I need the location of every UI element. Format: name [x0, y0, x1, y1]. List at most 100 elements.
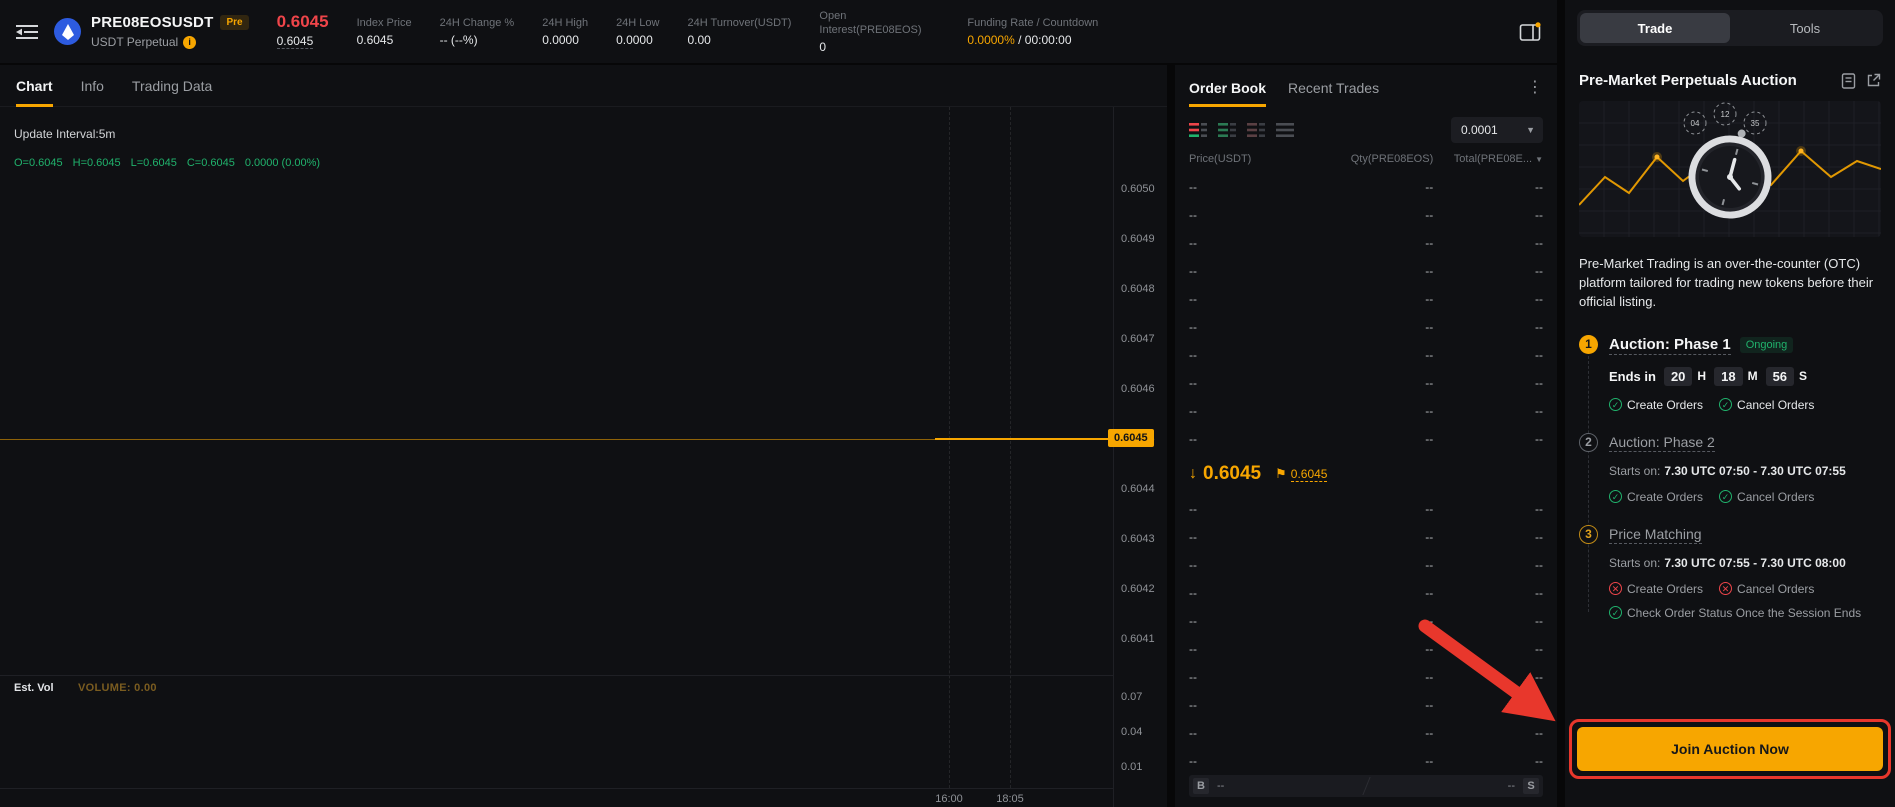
mark-price[interactable]: 0.6045	[277, 34, 314, 49]
orderbook-mid[interactable]: ↓ 0.6045 ⚑ 0.6045	[1175, 453, 1557, 495]
time-axis[interactable]	[0, 788, 1114, 789]
info-icon[interactable]: i	[183, 36, 196, 49]
orderbook-row[interactable]: ------	[1175, 285, 1557, 313]
price-axis-label: 0.6042	[1121, 583, 1155, 595]
down-arrow-icon: ↓	[1189, 465, 1197, 483]
orderbook-row[interactable]: ------	[1175, 397, 1557, 425]
sell-badge[interactable]: S	[1523, 778, 1539, 794]
step-title[interactable]: Auction: Phase 1	[1609, 336, 1731, 355]
contract-type-label: USDT Perpetual	[91, 35, 178, 49]
step-schedule: Starts on:7.30 UTC 07:50 - 7.30 UTC 07:5…	[1609, 464, 1881, 478]
tab-tools[interactable]: Tools	[1730, 13, 1880, 43]
qty-cell: --	[1299, 236, 1434, 250]
mid-price[interactable]: 0.6045	[1203, 463, 1261, 485]
orderbook-row[interactable]: ------	[1175, 369, 1557, 397]
total-cell: --	[1433, 726, 1543, 740]
orderbook-row[interactable]: ------	[1175, 495, 1557, 523]
orderbook-row[interactable]: ------	[1175, 173, 1557, 201]
sell-ratio-value: --	[1508, 780, 1515, 792]
orderbook-view-list-icon[interactable]	[1276, 123, 1294, 137]
price-cell: --	[1189, 180, 1299, 194]
auction-side-panel: Trade Tools Pre-Market Perpetuals Auctio…	[1565, 0, 1895, 807]
est-vol-label: Est. Vol	[14, 682, 54, 694]
document-icon[interactable]	[1841, 73, 1856, 89]
menu-icon[interactable]	[16, 24, 38, 40]
price-axis[interactable]	[1113, 107, 1114, 807]
step-title[interactable]: Price Matching	[1609, 526, 1702, 544]
qty-cell: --	[1299, 180, 1434, 194]
price-cell: --	[1189, 432, 1299, 446]
qty-cell: --	[1299, 642, 1434, 656]
buy-badge[interactable]: B	[1193, 778, 1209, 794]
step-title[interactable]: Auction: Phase 2	[1609, 434, 1715, 452]
orderbook-row[interactable]: ------	[1175, 257, 1557, 285]
external-link-icon[interactable]	[1866, 73, 1881, 88]
orderbook-row[interactable]: ------	[1175, 425, 1557, 453]
total-cell: --	[1433, 502, 1543, 516]
orderbook-row[interactable]: ------	[1175, 523, 1557, 551]
check-icon: ✓	[1719, 398, 1732, 411]
orderbook-view-bids-icon[interactable]	[1218, 123, 1236, 137]
price-cell: --	[1189, 642, 1299, 656]
orderbook-view-asks-icon[interactable]	[1247, 123, 1265, 137]
col-total[interactable]: Total(PRE08E...▼	[1433, 153, 1543, 165]
orderbook-bids: ----------------------------------------…	[1175, 495, 1557, 769]
check-icon: ✓	[1609, 606, 1622, 619]
price-cell: --	[1189, 404, 1299, 418]
tab-chart[interactable]: Chart	[16, 65, 53, 106]
tab-trading-data[interactable]: Trading Data	[132, 65, 212, 106]
total-cell: --	[1433, 586, 1543, 600]
orderbook-row[interactable]: ------	[1175, 635, 1557, 663]
step-number: 2	[1579, 433, 1598, 452]
step-permissions: ✓Create Orders ✓Cancel Orders	[1609, 398, 1881, 412]
volume-axis-label: 0.01	[1121, 761, 1142, 773]
orderbook-view-both-icon[interactable]	[1189, 123, 1207, 137]
left-column: PRE08EOSUSDT Pre USDT Perpetual i 0.6045…	[0, 0, 1557, 807]
orderbook-row[interactable]: ------	[1175, 341, 1557, 369]
price-axis-label: 0.6046	[1121, 383, 1155, 395]
more-menu-icon[interactable]: ⋮	[1527, 80, 1543, 96]
tab-recent-trades[interactable]: Recent Trades	[1288, 65, 1379, 111]
orderbook-asks: ----------------------------------------…	[1175, 173, 1557, 453]
cross-icon: ✕	[1609, 582, 1622, 595]
auction-step-2: 2 Auction: Phase 2 Starts on:7.30 UTC 07…	[1579, 434, 1881, 504]
orderbook-row[interactable]: ------	[1175, 747, 1557, 769]
orderbook-row[interactable]: ------	[1175, 313, 1557, 341]
qty-cell: --	[1299, 530, 1434, 544]
panel-layout-icon[interactable]	[1519, 22, 1541, 42]
qty-cell: --	[1299, 432, 1434, 446]
orderbook-row[interactable]: ------	[1175, 691, 1557, 719]
flag-price[interactable]: 0.6045	[1291, 467, 1328, 482]
flag-icon: ⚑	[1275, 466, 1287, 482]
auction-title: Pre-Market Perpetuals Auction	[1579, 72, 1797, 89]
tab-order-book[interactable]: Order Book	[1189, 65, 1266, 111]
orderbook-row[interactable]: ------	[1175, 719, 1557, 747]
symbol-selector[interactable]: PRE08EOSUSDT Pre USDT Perpetual i	[91, 14, 249, 49]
symbol-name[interactable]: PRE08EOSUSDT	[91, 14, 213, 31]
auction-step-1: 1 Auction: Phase 1 Ongoing Ends in 20H 1…	[1579, 336, 1881, 412]
chart-tab-bar: Chart Info Trading Data	[0, 65, 1167, 107]
total-cell: --	[1433, 208, 1543, 222]
tick-size-select[interactable]: 0.0001 ▼	[1451, 117, 1543, 143]
buy-ratio-value: --	[1217, 780, 1224, 792]
orderbook-row[interactable]: ------	[1175, 551, 1557, 579]
orderbook-row[interactable]: ------	[1175, 663, 1557, 691]
orderbook-row[interactable]: ------	[1175, 201, 1557, 229]
chart-canvas[interactable]: Update Interval:5m O=0.6045H=0.6045L=0.6…	[0, 107, 1167, 807]
depth-ratio-bar: B -- -- S	[1189, 775, 1543, 797]
join-auction-button[interactable]: Join Auction Now	[1577, 727, 1883, 771]
step-number: 3	[1579, 525, 1598, 544]
orderbook-row[interactable]: ------	[1175, 579, 1557, 607]
orderbook-controls: 0.0001 ▼	[1175, 111, 1557, 151]
orderbook-row[interactable]: ------	[1175, 229, 1557, 257]
step-note: ✓Check Order Status Once the Session End…	[1609, 606, 1881, 620]
coin-logo-icon	[54, 18, 81, 45]
pre-badge: Pre	[220, 15, 248, 30]
price-cell: --	[1189, 586, 1299, 600]
tab-info[interactable]: Info	[81, 65, 104, 106]
time-axis-label: 18:05	[988, 793, 1032, 805]
price-axis-label: 0.6049	[1121, 233, 1155, 245]
orderbook-row[interactable]: ------	[1175, 607, 1557, 635]
total-cell: --	[1433, 320, 1543, 334]
tab-trade[interactable]: Trade	[1580, 13, 1730, 43]
